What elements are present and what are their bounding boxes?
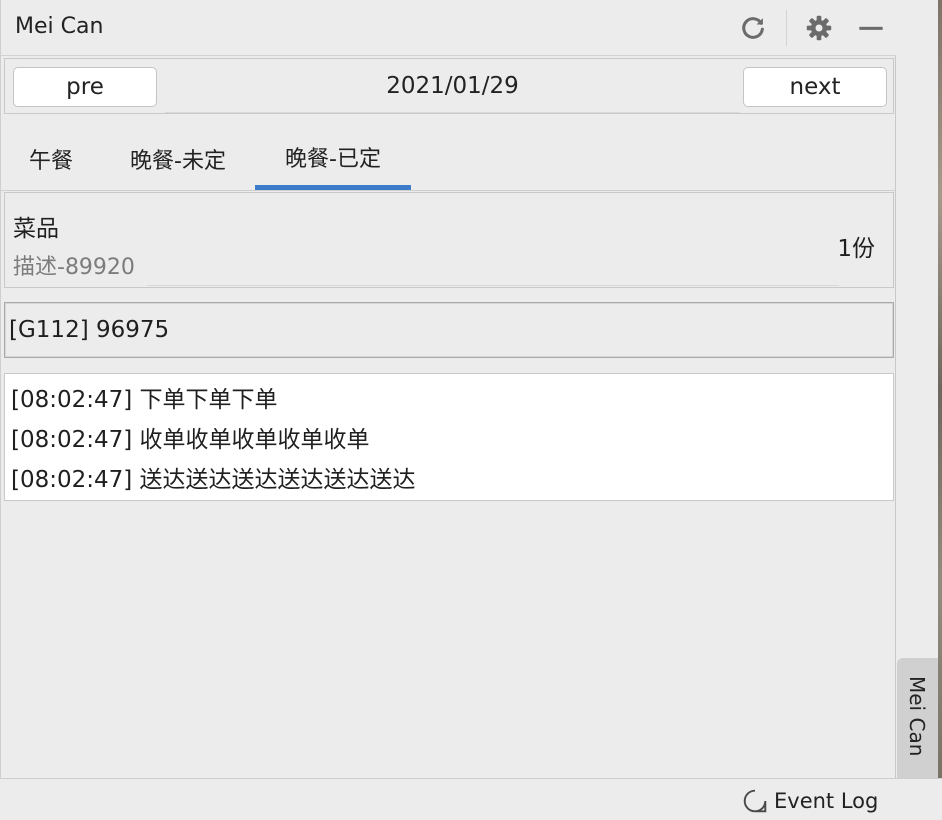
prev-button[interactable]: pre: [13, 67, 157, 107]
log-entry: [08:02:47] 下单下单下单: [11, 387, 278, 413]
dish-name: 菜品: [13, 216, 59, 242]
next-button[interactable]: next: [743, 67, 887, 107]
event-log-icon: [743, 789, 767, 813]
tab-lunch[interactable]: 午餐: [1, 128, 101, 190]
event-log-button[interactable]: Event Log: [742, 787, 878, 815]
side-tab-label: Mei Can: [905, 676, 929, 757]
toolbar-separator: [786, 10, 787, 46]
refresh-icon[interactable]: [737, 12, 769, 44]
dish-description: 描述-89920: [13, 255, 135, 280]
gear-icon[interactable]: [803, 12, 835, 44]
meal-tabs: 午餐 晚餐-未定 晚餐-已定: [1, 128, 897, 190]
date-navigator: pre 2021/01/29 next: [4, 58, 894, 114]
status-bar: Event Log: [0, 778, 942, 820]
tool-window-header: Mei Can: [1, 0, 897, 56]
order-log: [08:02:47] 下单下单下单 [08:02:47] 收单收单收单收单收单 …: [4, 373, 894, 501]
mei-can-tool-window: Mei Can pre 2021/01/29 next 午餐 晚餐-未定 晚餐-…: [0, 0, 897, 778]
tabs-divider: [1, 190, 897, 191]
current-date: 2021/01/29: [165, 59, 740, 113]
window-title: Mei Can: [15, 14, 104, 39]
event-log-label: Event Log: [774, 789, 879, 813]
minimize-icon[interactable]: [855, 12, 887, 44]
tab-dinner-undecided[interactable]: 晚餐-未定: [101, 128, 255, 190]
dish-card[interactable]: 菜品 描述-89920 1份: [4, 192, 894, 288]
dish-divider: [147, 285, 839, 286]
order-info-field[interactable]: [G112] 96975: [4, 302, 894, 358]
background-edge: [938, 0, 942, 778]
log-entry: [08:02:47] 送达送达送达送达送达送达: [11, 467, 416, 493]
dish-quantity: 1份: [837, 236, 875, 262]
log-entry: [08:02:47] 收单收单收单收单收单: [11, 427, 370, 453]
tab-dinner-ordered[interactable]: 晚餐-已定: [255, 128, 411, 190]
side-tab-mei-can[interactable]: Mei Can: [897, 658, 938, 778]
